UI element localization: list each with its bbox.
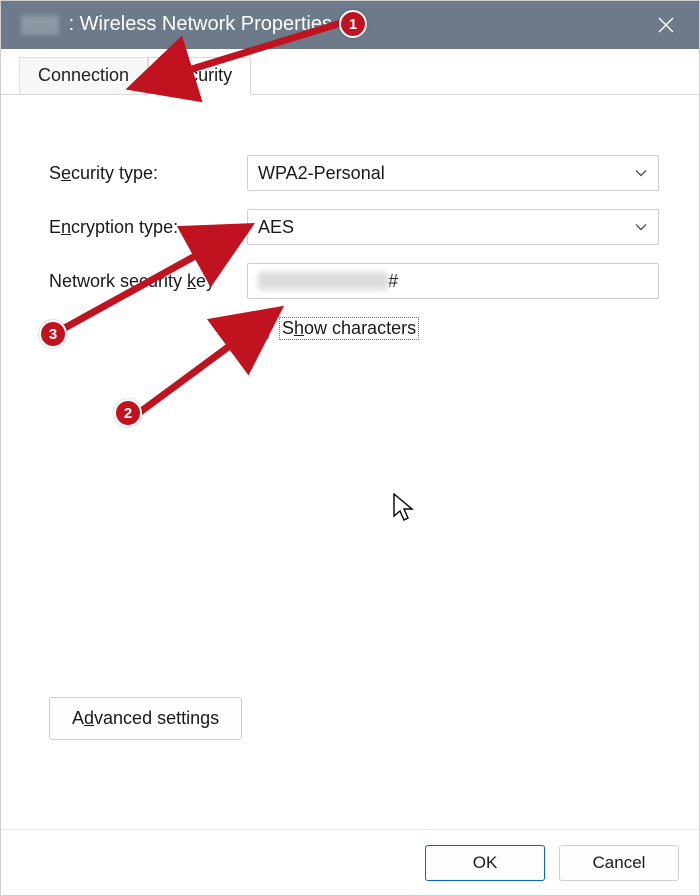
annotation-arrow-3 — [51, 230, 241, 340]
security-type-select[interactable]: WPA2-Personal — [247, 155, 659, 191]
wireless-properties-dialog: : Wireless Network Properties Connection… — [0, 0, 700, 896]
encryption-type-value: AES — [258, 217, 294, 238]
close-button[interactable] — [643, 2, 689, 48]
annotation-badge-2: 2 — [114, 399, 142, 427]
network-name-redacted — [21, 15, 59, 35]
tab-connection[interactable]: Connection — [19, 57, 148, 94]
advanced-settings-button[interactable]: Advanced settings — [49, 697, 242, 740]
security-type-row: Security type: WPA2-Personal — [49, 155, 659, 191]
show-characters-row: Show characters — [247, 317, 659, 340]
ok-button[interactable]: OK — [425, 845, 545, 881]
dialog-footer: OK Cancel — [1, 829, 699, 895]
security-type-value: WPA2-Personal — [258, 163, 385, 184]
chevron-down-icon — [634, 163, 648, 184]
network-key-redacted — [258, 272, 388, 290]
chevron-down-icon — [634, 217, 648, 238]
close-icon — [657, 16, 675, 34]
security-type-label: Security type: — [49, 163, 247, 184]
cancel-button[interactable]: Cancel — [559, 845, 679, 881]
annotation-badge-3: 3 — [39, 320, 67, 348]
encryption-type-select[interactable]: AES — [247, 209, 659, 245]
network-key-input[interactable]: # — [247, 263, 659, 299]
network-key-suffix: # — [388, 271, 398, 292]
show-characters-label: Show characters — [279, 317, 419, 340]
tab-content: Security type: WPA2-Personal Encryption … — [1, 95, 699, 829]
cursor-icon — [393, 493, 415, 523]
annotation-badge-1: 1 — [339, 10, 367, 38]
